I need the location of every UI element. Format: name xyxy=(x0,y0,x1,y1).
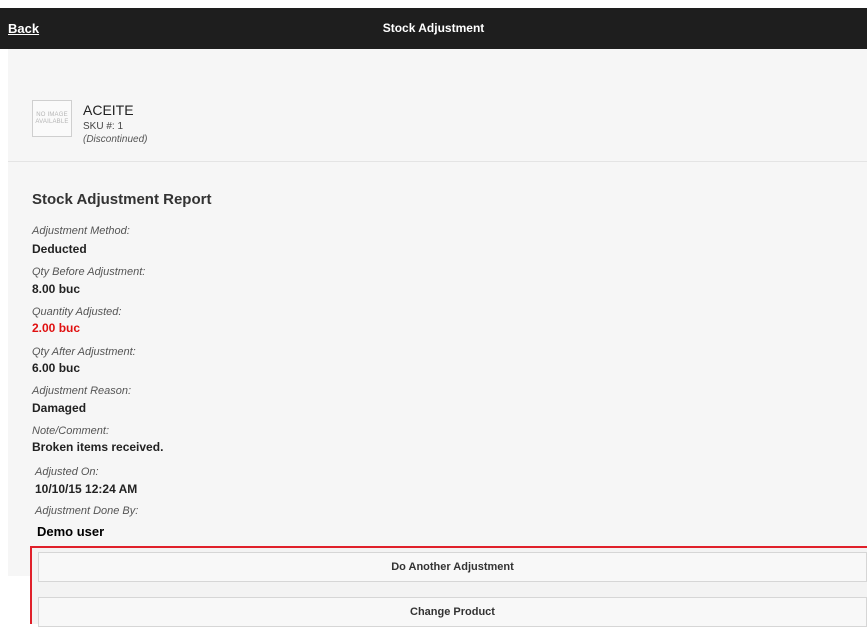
panel-gap xyxy=(0,462,8,576)
do-another-adjustment-button[interactable]: Do Another Adjustment xyxy=(38,552,867,582)
product-name: ACEITE xyxy=(83,102,134,118)
adjustment-method-label: Adjustment Method: xyxy=(32,225,130,237)
adjustment-method-value: Deducted xyxy=(32,242,87,256)
action-buttons-highlight: Do Another Adjustment Change Product xyxy=(30,546,867,627)
adjustment-reason-value: Damaged xyxy=(32,401,87,415)
quantity-adjusted-label: Quantity Adjusted: xyxy=(32,306,122,318)
no-image-text: NO IMAGE AVAILABLE xyxy=(35,111,69,125)
adjustment-done-by-label: Adjustment Done By: xyxy=(35,505,139,517)
qty-before-label: Qty Before Adjustment: xyxy=(32,266,146,278)
adjustment-done-by-value: Demo user xyxy=(37,524,105,539)
product-status: (Discontinued) xyxy=(83,134,148,145)
note-comment-label: Note/Comment: xyxy=(32,425,110,437)
page-title: Stock Adjustment xyxy=(382,21,485,35)
report-title: Stock Adjustment Report xyxy=(32,191,212,208)
adjustment-reason-label: Adjustment Reason: xyxy=(32,385,132,397)
qty-after-label: Qty After Adjustment: xyxy=(32,346,136,358)
product-sku: SKU #: 1 xyxy=(83,121,124,132)
quantity-adjusted-value: 2.00 buc xyxy=(32,321,81,335)
adjusted-on-value: 10/10/15 12:24 AM xyxy=(35,482,138,496)
qty-before-value: 8.00 buc xyxy=(32,282,81,296)
qty-after-value: 6.00 buc xyxy=(32,361,81,375)
note-comment-value: Broken items received. xyxy=(32,440,164,454)
product-image-placeholder: NO IMAGE AVAILABLE xyxy=(32,100,72,137)
adjusted-on-label: Adjusted On: xyxy=(35,466,99,478)
change-product-button[interactable]: Change Product xyxy=(38,597,867,627)
adjustment-panel: NO IMAGE AVAILABLE ACEITE SKU #: 1 (Disc… xyxy=(8,49,867,576)
product-summary: NO IMAGE AVAILABLE ACEITE SKU #: 1 (Disc… xyxy=(8,49,867,162)
top-navigation-bar: Back Stock Adjustment xyxy=(0,8,867,49)
